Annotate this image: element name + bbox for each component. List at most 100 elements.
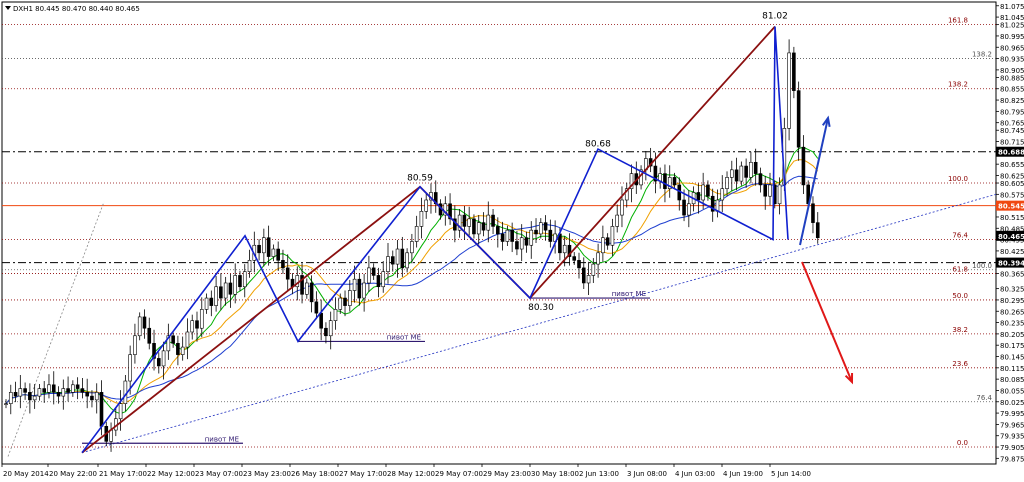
candle-body [242, 271, 247, 288]
pivot-value-label: 80.30 [528, 303, 554, 313]
y-tick-label: 80.235 [1000, 320, 1024, 328]
candle-body [758, 173, 763, 186]
candle-body [371, 267, 376, 276]
candle-body [500, 233, 505, 242]
candle-body [577, 260, 581, 269]
y-tick-label: 80.995 [1000, 33, 1024, 41]
candle-body [195, 320, 199, 329]
y-tick-label: 81.025 [1000, 22, 1024, 30]
candle-body [720, 188, 725, 201]
x-tick-label: 22 May 12:00 [147, 470, 195, 478]
candle-body [338, 297, 343, 310]
price-badge-label: 80.545 [998, 203, 1024, 211]
candle-body [23, 388, 27, 393]
fib-level-label: 161.8 [948, 17, 968, 25]
candle-body [734, 169, 739, 182]
candle-body [725, 177, 729, 189]
fib-level-label: 138.2 [948, 81, 968, 89]
candle-body [787, 52, 791, 129]
candle-body [405, 252, 409, 269]
candle-body [376, 275, 381, 288]
candle-body [157, 358, 161, 367]
candle-body [729, 169, 734, 178]
y-tick-label: 80.145 [1000, 354, 1024, 362]
price-badge-label: 80.688 [998, 149, 1024, 157]
candle-body [534, 229, 538, 235]
candle-body [792, 52, 796, 91]
candle-body [228, 282, 233, 295]
y-tick-label: 80.025 [1000, 399, 1024, 407]
candle-body [161, 350, 166, 367]
price-badge-label: 80.465 [998, 233, 1024, 241]
candle-body [620, 199, 624, 216]
candle-body [42, 388, 47, 393]
candle-body [543, 222, 548, 231]
candle-body [481, 222, 486, 231]
candle-body [696, 192, 701, 201]
x-tick-label: 2 Jun 13:00 [579, 470, 619, 478]
x-tick-label: 23 May 07:00 [195, 470, 243, 478]
candle-body [343, 297, 347, 306]
candle-body [75, 384, 80, 389]
candle-body [13, 392, 18, 397]
y-tick-label: 80.965 [1000, 44, 1024, 52]
candle-body [199, 309, 204, 329]
candle-body [276, 248, 280, 261]
candle-body [768, 184, 772, 197]
price-chart[interactable]: 161.8138.2100.076.461.850.038.223.60.013… [0, 0, 1024, 482]
candle-body [314, 301, 319, 314]
y-tick-label: 80.175 [1000, 342, 1024, 350]
candle-body [357, 278, 362, 299]
candle-body [171, 335, 175, 344]
candle-body [99, 392, 104, 427]
candle-body [414, 226, 419, 242]
candle-body [56, 392, 61, 397]
pivot-value-label: 80.59 [407, 174, 433, 184]
x-tick-label: 27 May 17:00 [339, 470, 387, 478]
y-tick-label: 80.655 [1000, 161, 1024, 169]
fib-level-label: 38.2 [952, 326, 968, 334]
candle-body [400, 248, 405, 269]
candle-body [763, 184, 768, 197]
candle-body [328, 320, 333, 337]
candle-body [524, 237, 529, 246]
candle-body [515, 241, 519, 250]
y-tick-label: 80.265 [1000, 308, 1024, 316]
fib-secondary-label: 138.2 [972, 51, 992, 59]
candle-body [128, 354, 132, 382]
candle-body [281, 260, 285, 269]
candle-body [419, 211, 424, 227]
candle-body [529, 229, 534, 246]
candle-body [390, 256, 395, 265]
x-tick-label: 21 May 17:00 [99, 470, 147, 478]
x-tick-label: 4 Jun 19:00 [723, 470, 763, 478]
candle-body [610, 226, 615, 246]
y-tick-label: 80.715 [1000, 139, 1024, 147]
candle-body [367, 267, 371, 284]
candle-body [262, 237, 266, 254]
candle-body [90, 395, 94, 401]
candle-body [753, 161, 758, 174]
candle-body [71, 384, 75, 393]
candle-body [18, 388, 23, 397]
symbol-header: DXH1 80.445 80.470 80.440 80.465 [13, 5, 140, 13]
candle-body [362, 282, 366, 299]
candle-body [37, 388, 42, 397]
candle-body [472, 218, 476, 235]
x-tick-label: 28 May 12:00 [387, 470, 435, 478]
candle-body [744, 165, 748, 178]
candle-body [467, 218, 471, 227]
candle-body [219, 286, 223, 299]
y-tick-label: 80.795 [1000, 108, 1024, 116]
candle-body [85, 392, 89, 397]
y-tick-label: 80.425 [1000, 248, 1024, 256]
x-tick-label: 30 May 18:00 [531, 470, 579, 478]
y-tick-label: 80.365 [1000, 271, 1024, 279]
y-tick-label: 80.085 [1000, 376, 1024, 384]
candle-body [233, 275, 237, 295]
candle-body [701, 184, 705, 201]
candle-body [682, 199, 686, 216]
y-tick-label: 79.905 [1000, 444, 1024, 452]
candle-body [209, 297, 214, 306]
fib-secondary-label: 76.4 [976, 394, 992, 402]
